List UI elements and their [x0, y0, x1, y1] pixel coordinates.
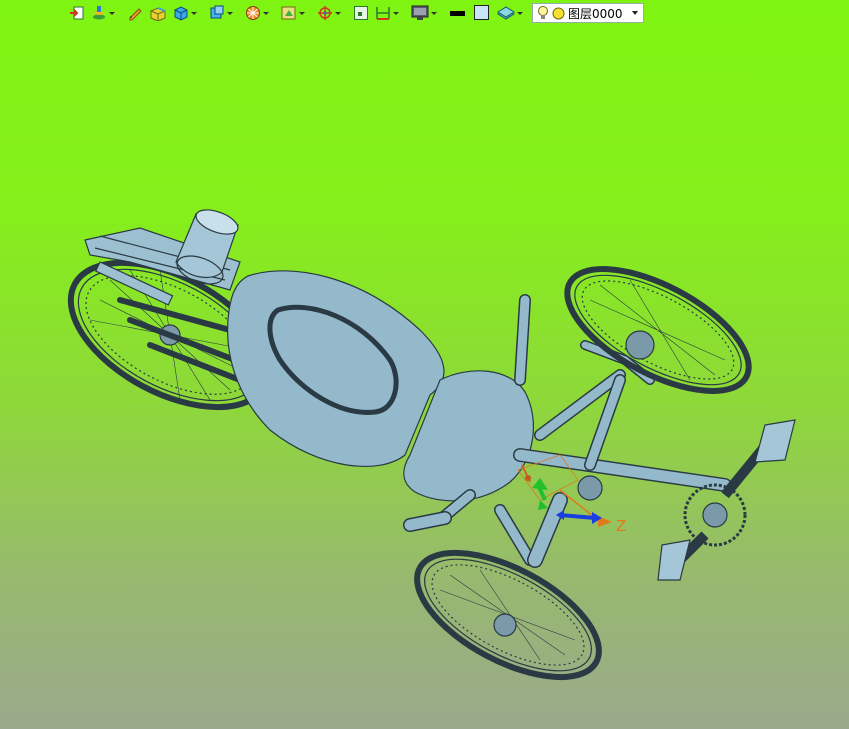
layer-select[interactable]: 图层0000 [532, 3, 644, 23]
line-color-button[interactable] [446, 3, 470, 23]
dropdown-caret-icon [393, 11, 399, 15]
front-wheel-left[interactable] [398, 527, 618, 702]
solid-button[interactable] [170, 3, 200, 23]
view-orient-button[interactable] [278, 3, 308, 23]
box-edit-icon [150, 7, 166, 21]
render-sphere-icon [246, 6, 260, 20]
display-mode-button[interactable] [408, 3, 440, 23]
solid-cube-icon [174, 6, 188, 21]
snap-button[interactable] [314, 3, 344, 23]
lightbulb-icon [538, 6, 548, 19]
view-cube-icon [210, 5, 224, 19]
dropdown-caret-icon [227, 11, 233, 15]
dimension-button[interactable] [372, 3, 402, 23]
chevron-down-icon [632, 11, 638, 15]
view-cube-button[interactable] [206, 3, 236, 23]
layer-plane-icon [497, 6, 515, 20]
dropdown-caret-icon [263, 11, 269, 15]
dropdown-caret-icon [517, 11, 523, 15]
seat-back[interactable] [227, 270, 445, 468]
snap-target-icon [318, 6, 332, 20]
view-orient-icon [281, 6, 296, 20]
dropdown-caret-icon [191, 11, 197, 15]
main-toolbar: 图层0000 [66, 2, 644, 24]
layer-name: 图层0000 [568, 6, 623, 21]
fit-window-button[interactable] [350, 3, 372, 23]
fit-window-icon [354, 6, 368, 20]
render-button[interactable] [242, 3, 272, 23]
pencil-icon [129, 8, 142, 21]
layer-plane-button[interactable] [494, 3, 526, 23]
layers-stack-icon [93, 6, 105, 20]
layers-button[interactable] [88, 3, 118, 23]
dropdown-caret-icon [335, 11, 341, 15]
crankset[interactable] [657, 419, 796, 581]
dropdown-caret-icon [109, 11, 115, 15]
line-color-icon [450, 11, 465, 16]
dropdown-caret-icon [299, 11, 305, 15]
display-mode-icon [411, 5, 429, 20]
import-icon [70, 6, 84, 20]
z-axis-label: Z [616, 517, 626, 535]
fill-color-icon [474, 5, 489, 20]
sketch-button[interactable] [124, 3, 146, 23]
import-button[interactable] [66, 3, 88, 23]
dimension-icon [376, 7, 390, 20]
fill-color-button[interactable] [470, 3, 494, 23]
3d-viewport[interactable]: Z [0, 26, 849, 729]
front-wheel-right[interactable] [549, 244, 767, 416]
chain-idler[interactable] [577, 475, 603, 501]
box-edit-button[interactable] [146, 3, 170, 23]
layer-color-dot-icon [552, 7, 565, 19]
dropdown-caret-icon [431, 11, 437, 15]
